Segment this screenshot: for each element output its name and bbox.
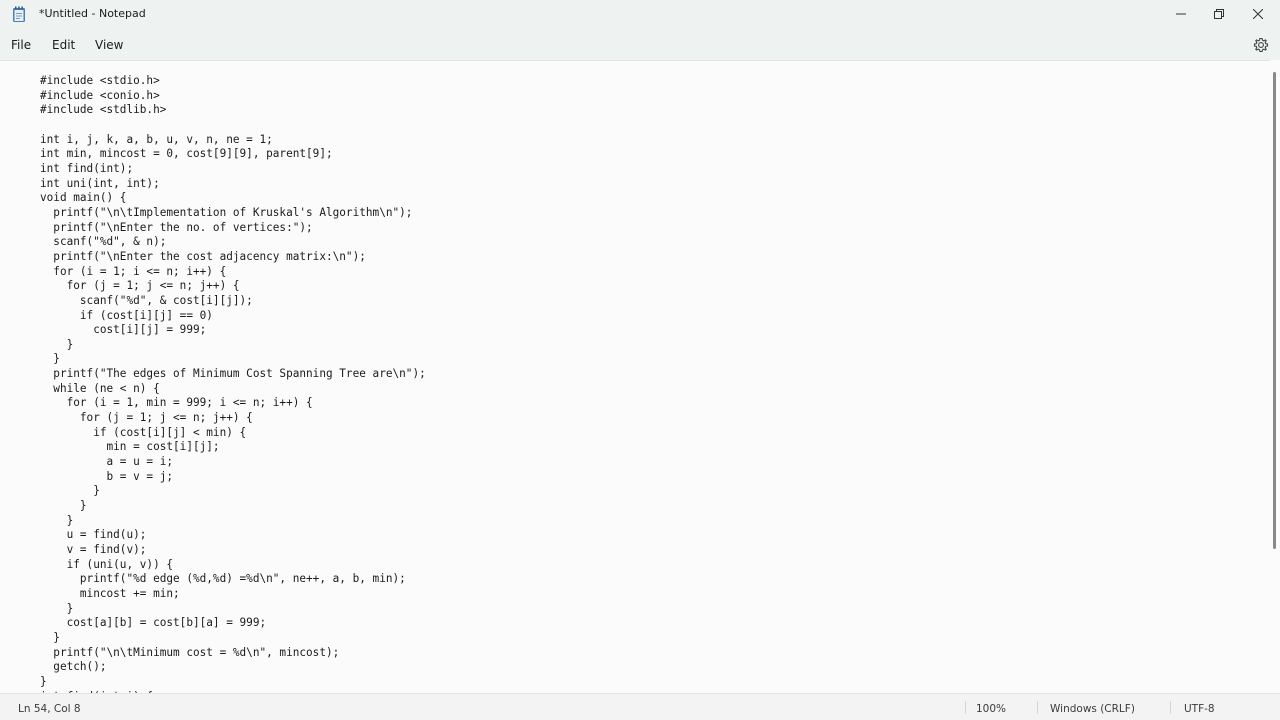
text-editor[interactable]: #include <stdio.h> #include <conio.h> #i… — [0, 60, 1270, 694]
menu-bar: File Edit View — [0, 30, 1280, 60]
zoom-level: 100% — [976, 703, 1007, 715]
cursor-position: Ln 54, Col 8 — [18, 703, 81, 715]
notepad-icon — [13, 6, 25, 22]
close-icon — [1253, 9, 1263, 19]
status-divider — [1170, 701, 1171, 714]
status-divider — [965, 701, 966, 714]
close-button[interactable] — [1239, 0, 1277, 28]
editor-content[interactable]: #include <stdio.h> #include <conio.h> #i… — [40, 74, 426, 694]
vertical-scrollbar[interactable] — [1270, 60, 1280, 693]
title-bar[interactable]: *Untitled - Notepad — [0, 0, 1280, 30]
minimize-icon — [1176, 13, 1186, 15]
encoding: UTF-8 — [1184, 703, 1215, 715]
status-bar: Ln 54, Col 8 100% Windows (CRLF) UTF-8 — [0, 693, 1280, 720]
line-ending: Windows (CRLF) — [1050, 703, 1135, 715]
notepad-window: *Untitled - Notepad File Edit View #incl… — [0, 0, 1280, 720]
status-divider — [1037, 701, 1038, 714]
settings-gear-icon[interactable] — [1252, 36, 1270, 54]
window-title: *Untitled - Notepad — [39, 7, 146, 20]
minimize-button[interactable] — [1162, 0, 1200, 28]
menu-edit[interactable]: Edit — [52, 36, 75, 54]
scrollbar-thumb[interactable] — [1273, 72, 1276, 549]
menu-file[interactable]: File — [11, 36, 31, 54]
menu-view[interactable]: View — [95, 36, 123, 54]
restore-icon — [1214, 9, 1224, 19]
restore-button[interactable] — [1200, 0, 1238, 28]
